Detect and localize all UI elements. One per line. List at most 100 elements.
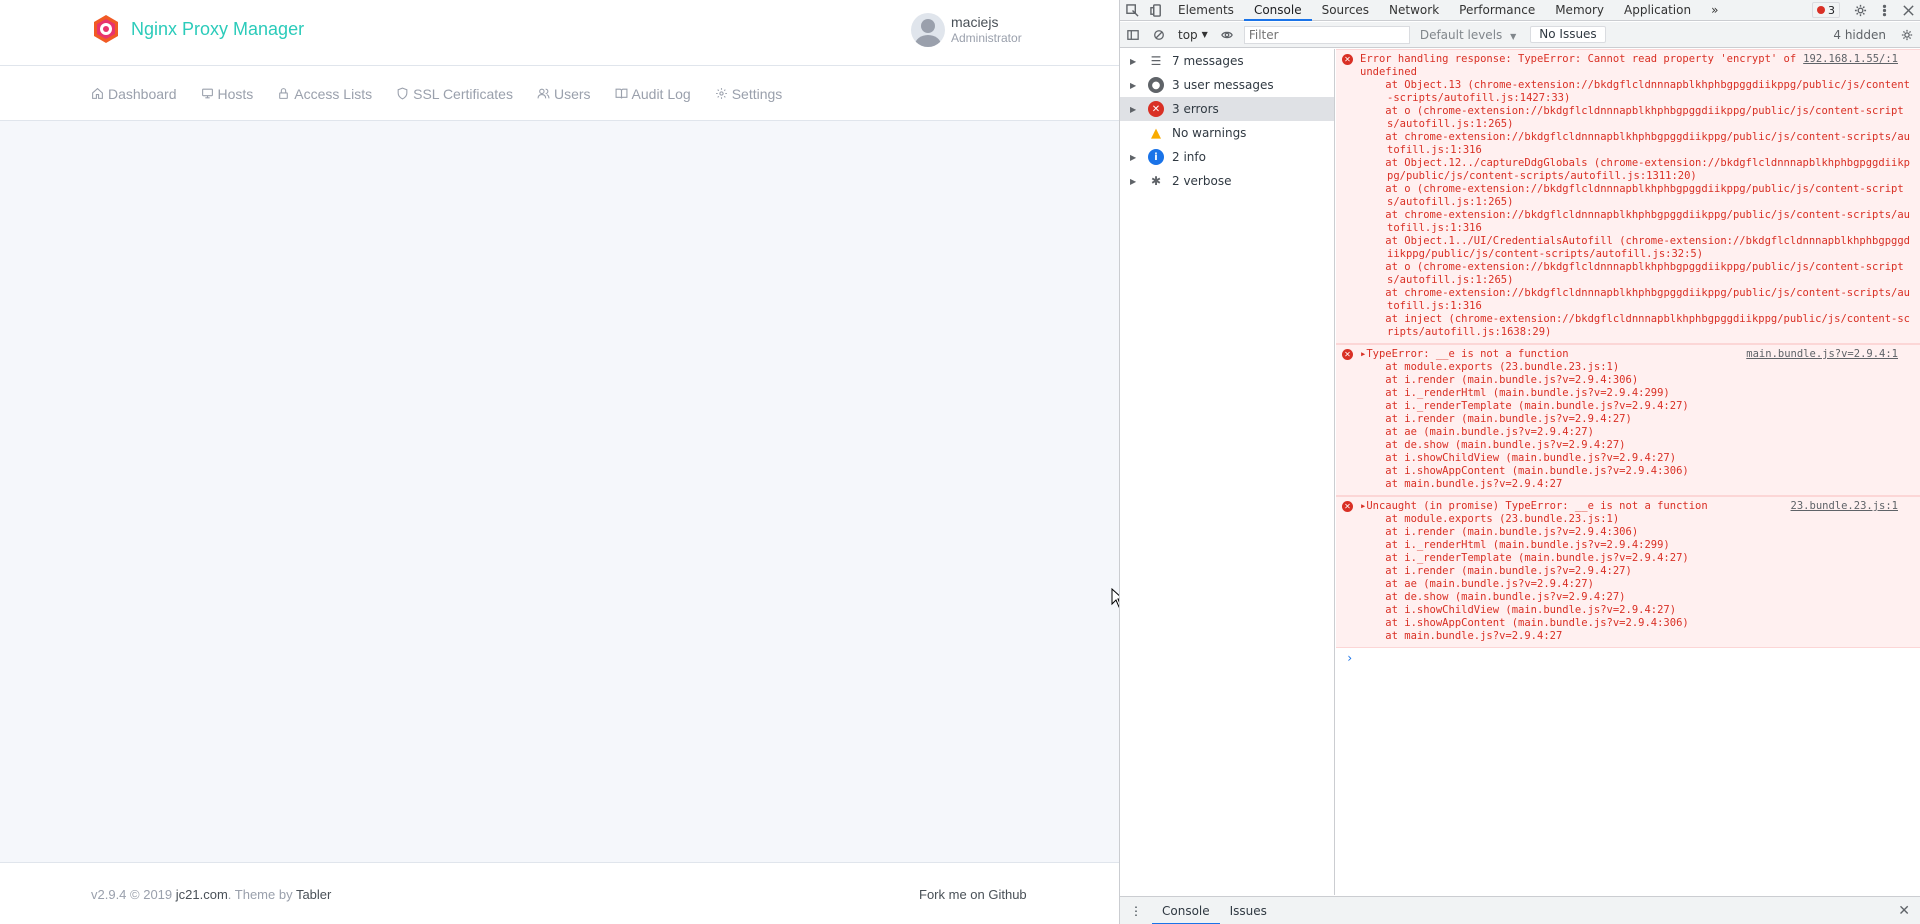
drawer-tab-console[interactable]: Console [1152,897,1220,924]
sidebar-item-2-info[interactable]: ▶ i 2 info [1120,145,1334,169]
stack-trace-line[interactable]: at de.show (main.bundle.js?v=2.9.4:27) [1360,591,1912,604]
shield-icon [397,87,408,100]
book-icon [615,88,627,99]
footer-github-link[interactable]: Fork me on Github [919,887,1027,902]
issues-button[interactable]: No Issues [1530,26,1606,43]
devtools-tab-memory[interactable]: Memory [1545,0,1614,21]
devtools-tab-application[interactable]: Application [1614,0,1701,21]
stack-trace-line[interactable]: at i.showChildView (main.bundle.js?v=2.9… [1360,452,1912,465]
bug-icon: ✱ [1150,174,1162,188]
stack-trace-line[interactable]: at de.show (main.bundle.js?v=2.9.4:27) [1360,439,1912,452]
stack-trace-line[interactable]: at inject (chrome-extension://bkdgflcldn… [1360,313,1912,339]
more-tabs-button[interactable]: » [1701,0,1728,21]
message-source-link[interactable]: 23.bundle.23.js:1 [1791,500,1898,513]
stack-trace-line[interactable]: at chrome-extension://bkdgflcldnnnapblkh… [1360,131,1912,157]
stack-trace-line[interactable]: at Object.12../captureDdgGlobals (chrome… [1360,157,1912,183]
console-settings-button[interactable] [1894,22,1920,48]
stack-trace-line[interactable]: at chrome-extension://bkdgflcldnnnapblkh… [1360,287,1912,313]
message-source-link[interactable]: 192.168.1.55/:1 [1803,53,1898,66]
stack-trace-line[interactable]: at ae (main.bundle.js?v=2.9.4:27) [1360,578,1912,591]
customize-menu-button[interactable] [1872,0,1896,21]
nav-users[interactable]: Users [537,86,591,102]
stack-trace-line[interactable]: at o (chrome-extension://bkdgflcldnnnapb… [1360,105,1912,131]
nav-ssl-certificates[interactable]: SSL Certificates [396,86,513,102]
devtools-panel: Elements Console Sources Network Performance… [1119,0,1920,924]
stack-trace-line[interactable]: at main.bundle.js?v=2.9.4:27 [1360,478,1912,491]
device-toolbar-button[interactable] [1144,0,1168,21]
sidebar-item-3-user-messages[interactable]: ▶ ● 3 user messages [1120,73,1334,97]
stack-trace-line[interactable]: at main.bundle.js?v=2.9.4:27 [1360,630,1912,643]
console-error-message[interactable]: ✕ main.bundle.js?v=2.9.4:1 ▸TypeError: __e… [1336,344,1920,496]
sidebar-item-7-messages[interactable]: ▶ ☰ 7 messages [1120,49,1334,73]
devtools-tab-network[interactable]: Network [1379,0,1449,21]
error-count-badge[interactable]: 3 [1812,2,1840,18]
stack-trace-line[interactable]: at i.render (main.bundle.js?v=2.9.4:306) [1360,374,1912,387]
user-role: Administrator [951,31,1022,45]
devtools-tab-elements[interactable]: Elements [1168,0,1244,21]
footer-theme-link[interactable]: Tabler [296,887,331,902]
console-filter-input[interactable] [1243,25,1410,44]
message-source-link[interactable]: main.bundle.js?v=2.9.4:1 [1746,348,1898,361]
devtools-tab-performance[interactable]: Performance [1449,0,1545,21]
expand-arrow-icon: ▶ [1130,152,1137,162]
nav-settings-label: Settings [731,85,783,102]
devtools-tab-sources[interactable]: Sources [1312,0,1379,21]
settings-button[interactable] [1848,0,1872,21]
chevron-down-icon: ▼ [1510,31,1517,41]
brand[interactable]: Nginx Proxy Manager [91,14,304,44]
stack-trace-line[interactable]: at Object.1../UI/CredentialsAutofill (ch… [1360,235,1912,261]
gear-icon [1901,29,1913,40]
footer-company-link[interactable]: jc21.com [176,887,228,902]
expand-arrow-icon: ▶ [1130,80,1137,90]
stack-trace-line[interactable]: at i.render (main.bundle.js?v=2.9.4:306) [1360,526,1912,539]
drawer-tab-issues[interactable]: Issues [1220,897,1277,924]
nav-hosts[interactable]: Hosts [201,86,253,102]
error-dot-icon [1817,6,1825,14]
stack-trace-line[interactable]: at i.render (main.bundle.js?v=2.9.4:27) [1360,413,1912,426]
context-selector[interactable]: top ▼ [1178,28,1208,42]
sidebar-item-2-verbose[interactable]: ▶ ✱ 2 verbose [1120,169,1334,193]
stack-trace-line[interactable]: at module.exports (23.bundle.23.js:1) [1360,513,1912,526]
devtools-tab-console[interactable]: Console [1243,0,1312,21]
nav-settings[interactable]: Settings [715,85,783,102]
stack-trace-line[interactable]: at i.render (main.bundle.js?v=2.9.4:27) [1360,565,1912,578]
error-icon: ✕ [1148,101,1164,117]
chevron-down-icon: ▼ [1201,30,1208,39]
nav-dashboard[interactable]: Dashboard [91,86,177,102]
close-devtools-button[interactable] [1896,0,1920,21]
inspect-element-button[interactable] [1120,0,1144,21]
user-menu[interactable]: maciejs Administrator [911,13,1022,47]
stack-trace-line[interactable]: at module.exports (23.bundle.23.js:1) [1360,361,1912,374]
stack-trace-line[interactable]: at i._renderTemplate (main.bundle.js?v=2… [1360,400,1912,413]
console-prompt[interactable]: › [1336,648,1920,669]
drawer-menu-button[interactable]: ⋮ [1120,897,1152,924]
stack-trace-line[interactable]: at o (chrome-extension://bkdgflcldnnnapb… [1360,261,1912,287]
stack-trace-line[interactable]: at i.showAppContent (main.bundle.js?v=2.… [1360,617,1912,630]
live-expression-button[interactable] [1214,22,1240,48]
error-icon: ✕ [1342,54,1353,65]
stack-trace-line[interactable]: at i._renderHtml (main.bundle.js?v=2.9.4… [1360,387,1912,400]
nav-audit-log[interactable]: Audit Log [615,86,691,102]
stack-trace-line[interactable]: at i.showAppContent (main.bundle.js?v=2.… [1360,465,1912,478]
stack-trace-line[interactable]: at chrome-extension://bkdgflcldnnnapblkh… [1360,209,1912,235]
error-icon: ✕ [1342,501,1353,512]
close-drawer-button[interactable]: ✕ [1898,903,1910,919]
kebab-menu-icon [1882,4,1886,16]
nav-dashboard-label: Dashboard [108,85,177,102]
clear-console-button[interactable] [1146,22,1172,48]
stack-trace-line[interactable]: at Object.13 (chrome-extension://bkdgflc… [1360,79,1912,105]
stack-trace-line[interactable]: at ae (main.bundle.js?v=2.9.4:27) [1360,426,1912,439]
stack-trace-line[interactable]: at o (chrome-extension://bkdgflcldnnnapb… [1360,183,1912,209]
stack-trace-line[interactable]: at i._renderTemplate (main.bundle.js?v=2… [1360,552,1912,565]
nav-users-label: Users [553,85,591,102]
stack-trace-line[interactable]: at i._renderHtml (main.bundle.js?v=2.9.4… [1360,539,1912,552]
show-sidebar-button[interactable] [1120,22,1146,48]
nav-access-lists[interactable]: Access Lists [277,86,372,102]
console-error-message[interactable]: ✕ 192.168.1.55/:1 Error handling response:… [1336,49,1920,344]
log-levels-dropdown[interactable]: Default levels ▼ [1420,28,1516,42]
sidebar-item-3-errors[interactable]: ▶ ✕ 3 errors [1120,97,1334,121]
sidebar-item-no-warnings[interactable]: ▲ No warnings [1120,121,1334,145]
expand-arrow-icon: ▶ [1130,176,1137,186]
stack-trace-line[interactable]: at i.showChildView (main.bundle.js?v=2.9… [1360,604,1912,617]
console-error-message[interactable]: ✕ 23.bundle.23.js:1 ▸Uncaught (in promise)… [1336,496,1920,648]
